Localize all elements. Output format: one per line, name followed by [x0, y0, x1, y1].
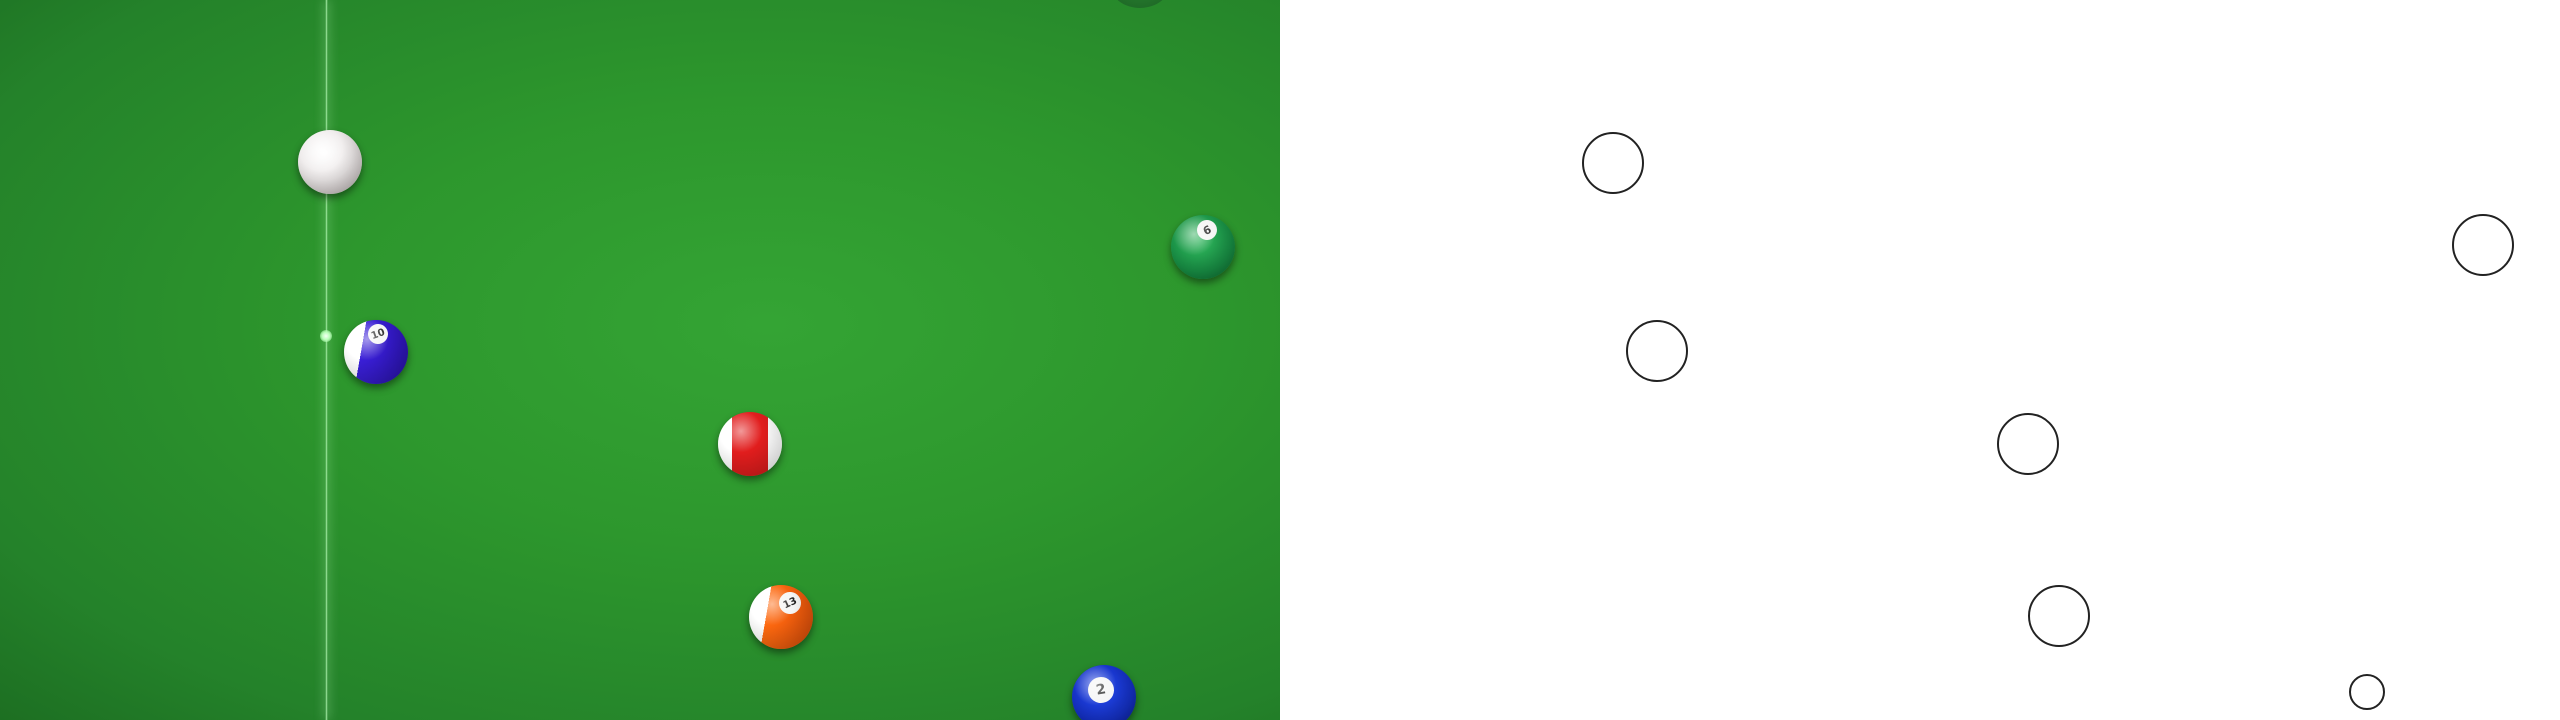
blue-stripe-ball-marker: [1626, 320, 1688, 382]
orange-stripe-ball-marker: [2028, 585, 2090, 647]
ball-orange-stripe[interactable]: 13: [749, 585, 813, 649]
cue-ball[interactable]: [298, 130, 362, 194]
partial-ball-top-edge: [1110, 0, 1170, 8]
aim-target-dot: [320, 330, 332, 342]
pool-table-view[interactable]: 10 6 13 2: [0, 0, 1280, 720]
cue-ball-marker: [1582, 132, 1644, 194]
blue-solid-ball-marker: [2349, 674, 2385, 710]
ball-green-solid[interactable]: 6: [1171, 215, 1235, 279]
ball-red-stripe[interactable]: [718, 412, 782, 476]
ball-blue-solid[interactable]: 2: [1072, 665, 1136, 720]
ball-blue-stripe[interactable]: 10: [344, 320, 408, 384]
red-stripe-ball-marker: [1997, 413, 2059, 475]
aim-guide-line: [325, 0, 328, 720]
green-ball-marker: [2452, 214, 2514, 276]
ball-position-panel: [1280, 0, 2560, 720]
